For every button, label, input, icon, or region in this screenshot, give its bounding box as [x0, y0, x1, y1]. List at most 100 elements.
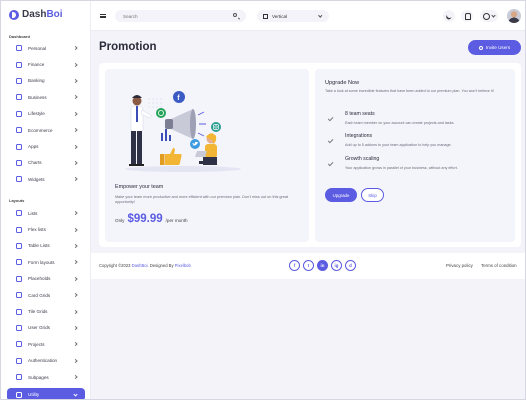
feature-title: Growth scaling [345, 156, 380, 162]
sidebar-section-dashboard: Dashboard [9, 34, 30, 39]
bell-icon[interactable] [461, 10, 473, 22]
sidebar-item-lifestyle[interactable]: Lifestyle [1, 106, 91, 122]
sidebar-item-tile-grids[interactable]: Tile Grids [1, 303, 91, 319]
sidebar-item-label: Table Lists [28, 243, 50, 249]
menu-toggle-icon[interactable] [100, 14, 106, 18]
dark-mode-icon[interactable] [443, 10, 455, 22]
chevron-right-icon [73, 46, 78, 51]
sidebar-section-layouts: Layouts [9, 198, 25, 203]
sidebar-item-lists[interactable]: Lists [1, 205, 91, 221]
card-grid-icon [16, 292, 22, 299]
chevron-right-icon [73, 128, 78, 133]
search-input[interactable] [115, 10, 246, 22]
sidebar-item-widgets[interactable]: Widgets [1, 171, 91, 187]
social-links: f t in ig d [289, 260, 356, 271]
instagram-icon[interactable]: ig [331, 260, 342, 271]
sidebar-item-flex-lists[interactable]: Flex lists [1, 221, 91, 237]
sidebar-item-label: Projects [28, 341, 45, 347]
designer-link[interactable]: Pixelbob [175, 263, 191, 268]
team-illustration: f [125, 91, 241, 172]
designed-by-text: . Designed By [147, 263, 174, 268]
sidebar-item-label: Apps [28, 144, 39, 150]
terms-link[interactable]: Terms of condition [481, 263, 517, 268]
price-row: Only $99.99 /per month [115, 213, 188, 225]
sidebar-item-authentication[interactable]: Authentication [1, 353, 91, 369]
sidebar-item-label: Business [28, 94, 47, 100]
placeholder-icon [16, 275, 22, 282]
sidebar-item-banking[interactable]: Banking [1, 73, 91, 89]
sidebar-item-form-layouts[interactable]: Form layouts [1, 254, 91, 270]
brand-logo[interactable]: DashBoi [9, 9, 63, 20]
sidebar-item-label: Finance [28, 62, 45, 68]
sidebar-item-label: Flex lists [28, 227, 46, 233]
bank-icon [16, 77, 22, 84]
avatar[interactable] [507, 9, 521, 23]
feature-title: 8 team seats [345, 111, 375, 117]
user-icon [478, 45, 483, 50]
feature-description: Each team member on your account can cre… [345, 121, 455, 125]
sidebar-item-card-grids[interactable]: Card Grids [1, 287, 91, 303]
sidebar-item-label: Tile Grids [28, 309, 48, 315]
charts-icon [16, 159, 22, 166]
copyright-text: Copyright ©2023 DashBoi. Designed By Pix… [99, 263, 191, 268]
promo-description: Make your team more productive and more … [115, 195, 289, 205]
widgets-icon [16, 176, 22, 183]
utility-icon [16, 391, 22, 398]
linkedin-icon[interactable]: in [317, 260, 328, 271]
sidebar-item-placeholds[interactable]: Placeholds [1, 271, 91, 287]
sidebar-item-charts[interactable]: Charts [1, 155, 91, 171]
chevron-right-icon [73, 309, 78, 314]
form-icon [16, 259, 22, 266]
upgrade-button[interactable]: Upgrade [325, 188, 357, 202]
sidebar-item-utility[interactable]: Utility [7, 388, 85, 399]
dribbble-icon[interactable]: d [345, 260, 356, 271]
sidebar-item-ecommerce[interactable]: Ecommerce [1, 122, 91, 138]
twitter-icon[interactable]: t [303, 260, 314, 271]
sidebar-item-apps[interactable]: Apps [1, 138, 91, 154]
dashboard-menu: Personal Finance Banking Business Lifestyle E… [1, 40, 91, 188]
sidebar-item-label: Lists [28, 210, 38, 216]
sidebar-item-table-lists[interactable]: Table Lists [1, 238, 91, 254]
chevron-right-icon [73, 78, 78, 84]
chevron-right-icon [73, 276, 78, 281]
app-window: DashBoi Dashboard Personal Finance Banking… [0, 0, 526, 400]
invite-users-button[interactable]: Invite Users [468, 40, 521, 55]
sidebar-item-personal[interactable]: Personal [1, 40, 91, 56]
sidebar-item-subpages[interactable]: Subpages [1, 369, 91, 385]
projects-icon [16, 341, 22, 348]
lifestyle-icon [16, 110, 22, 117]
topbar: Vertical [91, 1, 525, 31]
business-icon [16, 94, 22, 101]
feature-description: Add up to 5 addons to your team applicat… [345, 143, 452, 147]
lock-icon [16, 357, 22, 364]
chevron-right-icon [73, 342, 78, 347]
price-prefix: Only [115, 218, 125, 223]
layout-select[interactable]: Vertical [257, 10, 329, 22]
chevron-right-icon [73, 62, 78, 67]
home-icon [16, 45, 22, 52]
sidebar-item-finance[interactable]: Finance [1, 56, 91, 72]
chevron-right-icon [73, 211, 78, 216]
sidebar-item-label: Widgets [28, 176, 45, 182]
skip-button[interactable]: Skip [361, 188, 384, 202]
sidebar-item-label: User Grids [28, 325, 50, 331]
chevron-right-icon [73, 243, 78, 249]
language-icon[interactable] [480, 10, 498, 22]
facebook-icon[interactable]: f [289, 260, 300, 271]
tile-grid-icon [16, 308, 22, 315]
chevron-right-icon [73, 374, 78, 380]
sidebar-item-label: Personal [28, 45, 47, 51]
sidebar-item-user-grids[interactable]: User Grids [1, 320, 91, 336]
sidebar-item-projects[interactable]: Projects [1, 336, 91, 352]
brand-link[interactable]: DashBoi [132, 263, 148, 268]
copyright-prefix: Copyright ©2023 [99, 263, 131, 268]
chevron-right-icon [73, 144, 78, 149]
chevron-right-icon [73, 111, 78, 116]
privacy-policy-link[interactable]: Privacy policy [446, 263, 473, 268]
active-menu: Utility [1, 386, 91, 399]
search-icon[interactable] [233, 13, 237, 17]
sidebar-item-business[interactable]: Business [1, 89, 91, 105]
chevron-right-icon [73, 227, 78, 232]
sidebar-item-label: Lifestyle [28, 111, 45, 117]
chevron-right-icon [73, 260, 78, 265]
